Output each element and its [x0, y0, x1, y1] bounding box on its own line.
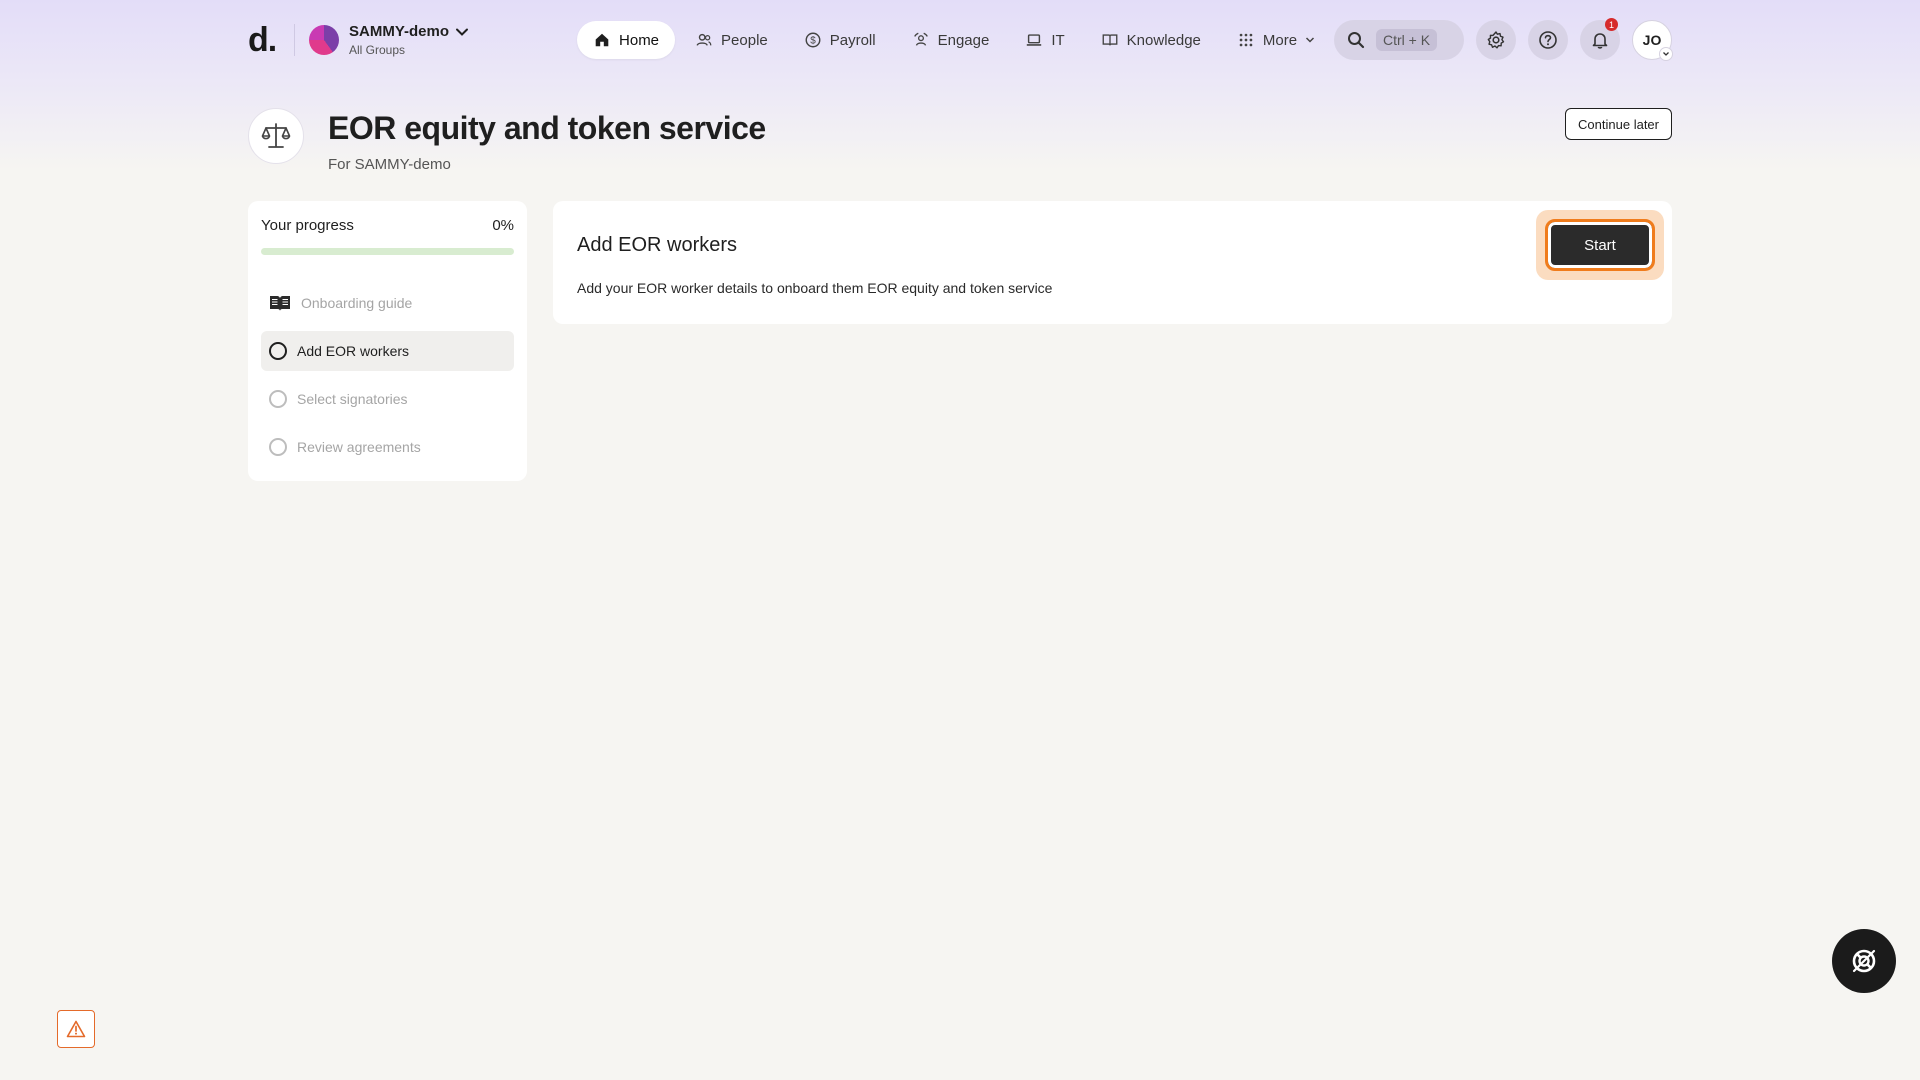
gear-icon: [1487, 31, 1505, 49]
step-review-agreements[interactable]: Review agreements: [261, 427, 514, 467]
issue-report-button[interactable]: [57, 1010, 95, 1048]
nav-label-more: More: [1262, 31, 1298, 49]
page-title: EOR equity and token service: [328, 110, 766, 146]
org-avatar: [309, 25, 339, 55]
progress-header: Your progress 0%: [261, 217, 514, 234]
search-icon: [1348, 32, 1365, 49]
home-icon: [595, 33, 609, 47]
step-list: Onboarding guide Add EOR workers Select …: [261, 283, 514, 467]
nav-label-it: IT: [1051, 31, 1065, 49]
nav-item-people[interactable]: People: [679, 21, 784, 59]
org-name-label: SAMMY-demo: [349, 23, 450, 40]
page-icon: [248, 108, 304, 164]
payroll-icon: $: [805, 32, 821, 48]
guide-book-icon: [270, 296, 290, 311]
bell-icon: [1592, 33, 1608, 49]
laptop-icon: [1027, 34, 1042, 46]
step-label: Add EOR workers: [297, 343, 410, 359]
settings-button[interactable]: [1476, 20, 1516, 60]
progress-card: Your progress 0% Onboarding guide Add EO…: [248, 201, 527, 481]
question-icon: [1539, 31, 1557, 49]
step-label: Review agreements: [297, 439, 421, 455]
chevron-down-icon: [456, 28, 469, 36]
search-shortcut: Ctrl + K: [1376, 29, 1438, 51]
user-initials: JO: [1642, 32, 1662, 48]
page-header: EOR equity and token service For SAMMY-d…: [248, 108, 1672, 178]
nav-label-knowledge: Knowledge: [1126, 31, 1201, 49]
nav-label-people: People: [721, 31, 768, 49]
task-title: Add EOR workers: [577, 234, 738, 256]
step-onboarding-guide[interactable]: Onboarding guide: [261, 283, 514, 323]
task-card: Add EOR workers Add your EOR worker deta…: [553, 201, 1672, 324]
warning-icon: [66, 1020, 86, 1038]
progress-bar: [261, 248, 514, 255]
chevron-down-icon: [1306, 37, 1315, 43]
step-status-circle: [269, 438, 287, 456]
support-chat-button[interactable]: [1832, 929, 1896, 993]
book-icon: [1102, 34, 1118, 46]
progress-percent: 0%: [492, 217, 514, 234]
notifications-button[interactable]: 1: [1580, 18, 1620, 60]
start-button[interactable]: Start: [1545, 219, 1655, 271]
svg-text:$: $: [810, 36, 816, 47]
org-switcher[interactable]: SAMMY-demo All Groups: [309, 23, 469, 57]
step-add-eor-workers[interactable]: Add EOR workers: [261, 331, 514, 371]
engage-icon: [913, 32, 928, 46]
org-subtitle: All Groups: [349, 43, 406, 57]
step-label: Onboarding guide: [301, 295, 413, 311]
nav-item-it[interactable]: IT: [1009, 21, 1080, 59]
progress-label: Your progress: [261, 217, 354, 234]
lifebuoy-icon: [1852, 949, 1876, 973]
search-button[interactable]: Ctrl + K: [1334, 20, 1464, 60]
nav-label-home: Home: [619, 31, 660, 49]
nav-item-knowledge[interactable]: Knowledge: [1085, 21, 1217, 59]
header-tools: Ctrl + K 1 JO: [1334, 18, 1673, 61]
help-button[interactable]: [1528, 20, 1568, 60]
people-icon: [696, 33, 712, 46]
step-select-signatories[interactable]: Select signatories: [261, 379, 514, 419]
org-text: SAMMY-demo All Groups: [349, 23, 469, 57]
page-subtitle: For SAMMY-demo: [328, 156, 451, 173]
nav-label-payroll: Payroll: [829, 31, 876, 49]
step-status-circle: [269, 342, 287, 360]
notification-count-badge: 1: [1605, 18, 1618, 31]
nav-item-payroll[interactable]: $ Payroll: [788, 21, 892, 59]
header-divider: [294, 24, 295, 56]
brand-logo[interactable]: d.: [248, 23, 286, 57]
user-menu-caret: [1659, 47, 1673, 61]
nav-item-home[interactable]: Home: [577, 21, 676, 59]
step-status-circle: [269, 390, 287, 408]
grid-icon: [1239, 33, 1253, 47]
step-label: Select signatories: [297, 391, 408, 407]
scales-icon: [261, 123, 291, 148]
nav-label-engage: Engage: [937, 31, 990, 49]
task-description: Add your EOR worker details to onboard t…: [577, 280, 1053, 296]
main-nav: Home People $ Payroll Engage IT Knowledg…: [577, 21, 1331, 59]
continue-later-button[interactable]: Continue later: [1565, 108, 1672, 140]
start-button-highlight: Start: [1536, 210, 1664, 280]
nav-item-engage[interactable]: Engage: [896, 21, 1006, 59]
user-avatar[interactable]: JO: [1632, 20, 1673, 61]
chevron-down-icon: [1663, 52, 1669, 56]
nav-item-more[interactable]: More: [1221, 21, 1331, 59]
org-name: SAMMY-demo: [349, 23, 469, 40]
top-navigation-bar: d. SAMMY-demo All Groups Home People $ P…: [248, 18, 1673, 62]
